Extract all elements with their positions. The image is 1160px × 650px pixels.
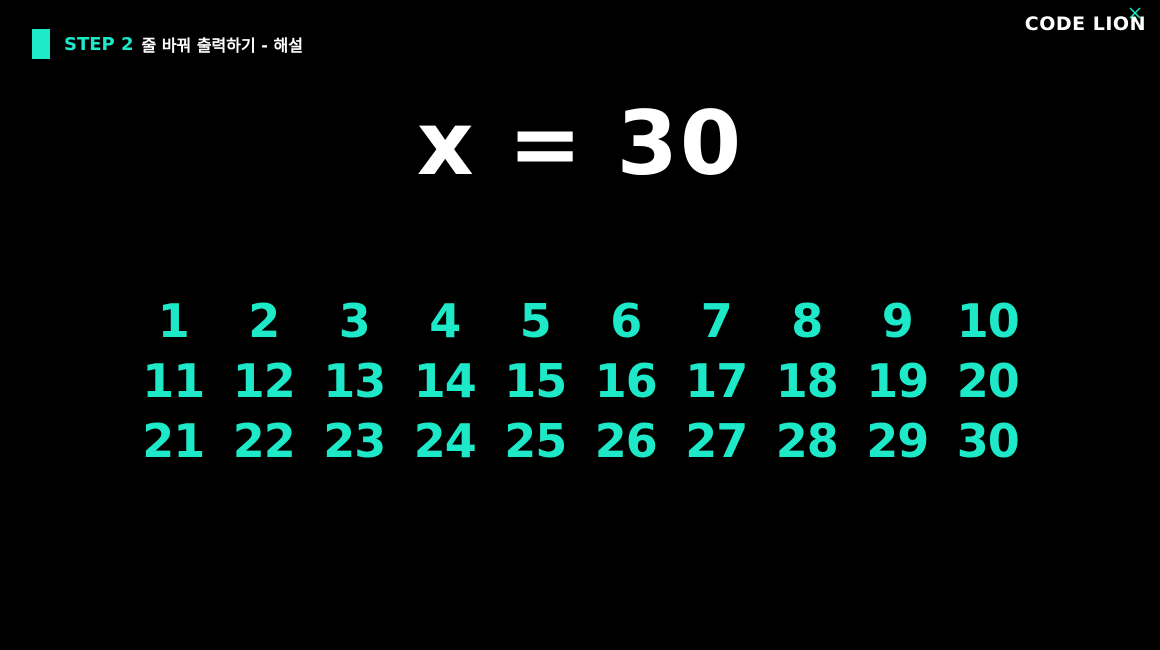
number-cell: 9 xyxy=(881,294,914,348)
number-cell: 8 xyxy=(791,294,823,348)
number-cell: 7 xyxy=(700,294,733,348)
number-cell: 27 xyxy=(685,414,748,468)
step-header: STEP 2 줄 바꿔 출력하기 - 해설 xyxy=(64,32,303,56)
number-cell: 2 xyxy=(248,294,280,348)
code-lion-logo: CODE LION xyxy=(1025,7,1146,36)
number-cell: 30 xyxy=(956,414,1020,468)
number-cell: 21 xyxy=(142,414,205,468)
number-cell: 29 xyxy=(866,414,929,468)
number-cell: 5 xyxy=(519,294,552,348)
number-cell: 10 xyxy=(956,294,1020,348)
number-cell: 16 xyxy=(594,354,658,408)
number-cell: 12 xyxy=(232,354,296,408)
number-cell: 18 xyxy=(775,354,839,408)
number-cell: 23 xyxy=(323,414,386,468)
step-title: 줄 바꿔 출력하기 - 해설 xyxy=(141,36,303,55)
number-cell: 19 xyxy=(866,354,929,408)
number-cell: 24 xyxy=(413,414,477,468)
number-cell: 13 xyxy=(323,354,386,408)
number-cell: 3 xyxy=(338,294,371,348)
number-cell: 28 xyxy=(775,414,839,468)
number-cell: 1 xyxy=(157,294,190,348)
number-cell: 20 xyxy=(956,354,1020,408)
number-cell: 6 xyxy=(610,294,642,348)
number-cell: 22 xyxy=(232,414,296,468)
slash-mark-icon xyxy=(1129,7,1141,19)
number-cell: 4 xyxy=(429,294,461,348)
number-cell: 15 xyxy=(504,354,567,408)
step-accent-bar xyxy=(32,29,50,59)
step-label: STEP 2 xyxy=(64,33,134,55)
number-grid: 1 2 3 4 5 6 7 8 9 10 11 12 13 14 15 16 17 18 19 20 21 22 23 24 2… xyxy=(128,291,1033,471)
equation-text: x = 30 xyxy=(416,92,744,195)
number-cell: 26 xyxy=(594,414,658,468)
number-cell: 14 xyxy=(413,354,477,408)
number-cell: 17 xyxy=(685,354,748,408)
number-cell: 11 xyxy=(142,354,205,408)
number-cell: 25 xyxy=(504,414,567,468)
